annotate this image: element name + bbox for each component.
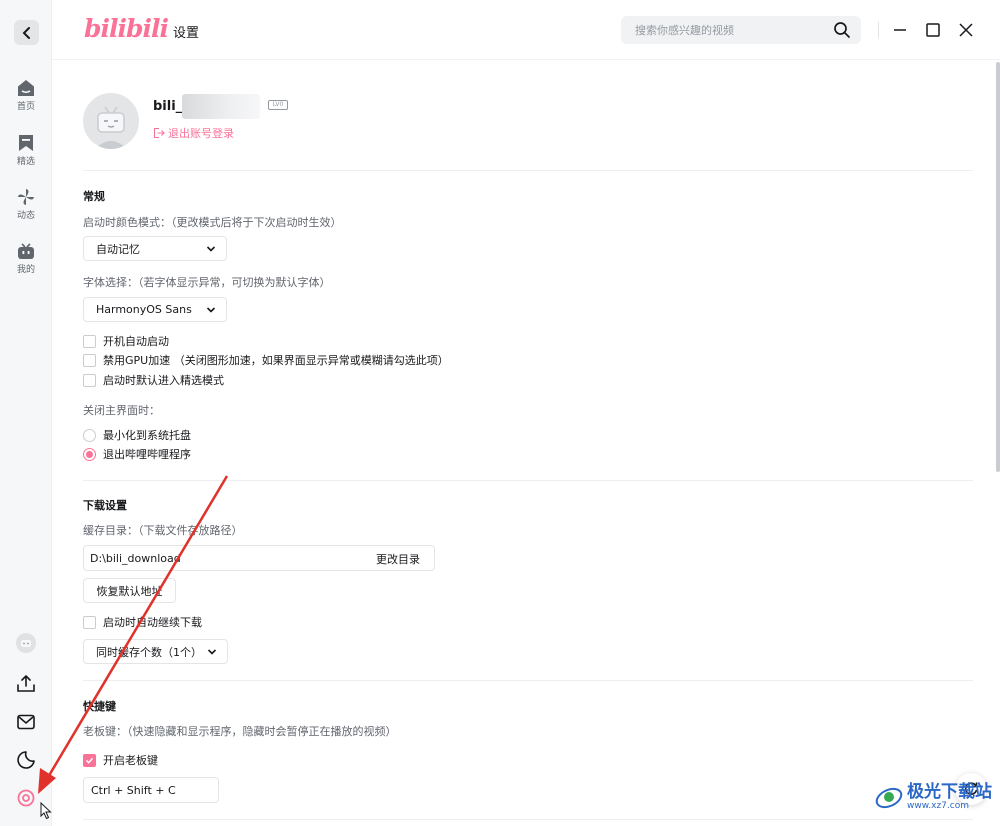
search-icon[interactable] xyxy=(833,21,851,39)
bilibili-logo[interactable]: bilibili xyxy=(84,14,169,43)
watermark-subtitle: www.xz7.com xyxy=(907,801,969,811)
restore-default-button[interactable]: 恢复默认地址 xyxy=(83,578,176,603)
chevron-down-icon xyxy=(206,307,216,313)
featured-mode-checkbox[interactable]: 启动时默认进入精选模式 xyxy=(83,372,224,388)
theme-moon-icon[interactable] xyxy=(16,750,36,770)
checkbox-label: 开机自动启动 xyxy=(103,335,169,348)
left-sidebar: 首页 精选 动态 我的 xyxy=(0,0,52,826)
bookmark-icon xyxy=(19,135,33,151)
sidebar-item-dynamics[interactable]: 动态 xyxy=(0,188,52,221)
sidebar-item-home[interactable]: 首页 xyxy=(0,79,52,112)
cache-dir-hint: 缓存目录：（下载文件存放路径） xyxy=(83,524,243,537)
cache-path-value: D:\bili_download xyxy=(90,552,181,565)
divider xyxy=(83,680,973,681)
disable-gpu-checkbox[interactable]: 禁用GPU加速 （关闭图形加速，如果界面显示异常或模糊请勾选此项） xyxy=(83,352,449,368)
chevron-down-icon xyxy=(206,246,216,252)
checkbox[interactable] xyxy=(83,353,96,367)
logout-link[interactable]: 退出账号登录 xyxy=(153,125,234,141)
search-input[interactable] xyxy=(621,16,861,44)
logout-label: 退出账号登录 xyxy=(168,127,234,140)
watermark-title: 极光下载站 xyxy=(907,782,992,802)
color-mode-hint: 启动时颜色模式：（更改模式后将于下次启动时生效） xyxy=(83,216,342,229)
title-bar: bilibili 设置 xyxy=(52,0,1000,60)
avatar[interactable] xyxy=(83,93,139,149)
watermark-logo-icon xyxy=(875,787,903,809)
boss-key-value: Ctrl + Shift + C xyxy=(91,783,176,797)
divider xyxy=(83,480,973,481)
radio-label: 退出哔哩哔哩程序 xyxy=(103,448,191,461)
logout-icon xyxy=(153,127,165,139)
checkbox-label: 启动时默认进入精选模式 xyxy=(103,374,224,387)
minimize-icon[interactable] xyxy=(890,20,910,40)
upload-icon[interactable] xyxy=(16,674,36,694)
site-watermark: 极光下载站 www.xz7.com xyxy=(874,782,992,812)
sidebar-item-featured[interactable]: 精选 xyxy=(0,134,52,167)
radio-button[interactable] xyxy=(83,428,96,442)
font-value: HarmonyOS Sans xyxy=(96,303,192,316)
boss-key-input[interactable]: Ctrl + Shift + C xyxy=(83,777,219,803)
pinwheel-icon xyxy=(18,189,34,205)
divider xyxy=(83,819,973,820)
section-title-download: 下载设置 xyxy=(83,499,127,512)
sidebar-item-label: 精选 xyxy=(16,157,35,167)
back-button[interactable] xyxy=(14,20,39,45)
check-icon xyxy=(85,757,94,764)
radio-minimize-tray[interactable]: 最小化到系统托盘 xyxy=(83,427,191,443)
mail-icon[interactable] xyxy=(16,712,36,732)
tv-icon xyxy=(18,243,34,259)
sidebar-item-label: 动态 xyxy=(16,211,35,221)
page-title: 设置 xyxy=(173,26,200,41)
close-behavior-hint: 关闭主界面时： xyxy=(83,404,160,417)
home-icon xyxy=(18,80,34,96)
sidebar-item-mine[interactable]: 我的 xyxy=(0,243,52,275)
sidebar-item-label: 我的 xyxy=(16,265,35,275)
sidebar-item-label: 首页 xyxy=(16,102,35,112)
radio-button-selected[interactable] xyxy=(83,447,96,461)
checkbox-label: 禁用GPU加速 （关闭图形加速，如果界面显示异常或模糊请勾选此项） xyxy=(103,354,449,367)
boss-key-checkbox[interactable]: 开启老板键 xyxy=(83,752,158,768)
radio-exit-program[interactable]: 退出哔哩哔哩程序 xyxy=(83,446,191,462)
color-mode-select[interactable]: 自动记忆 xyxy=(83,236,227,261)
chevron-down-icon xyxy=(207,649,217,655)
checkbox-label: 启动时自动继续下载 xyxy=(103,616,202,629)
section-title-general: 常规 xyxy=(83,190,105,203)
checkbox-checked[interactable] xyxy=(83,753,96,767)
default-avatar-icon xyxy=(95,106,127,149)
checkbox[interactable] xyxy=(83,615,96,629)
user-avatar-icon[interactable] xyxy=(16,633,36,653)
level-badge: LV0 xyxy=(268,100,288,110)
font-hint: 字体选择：（若字体显示异常，可切换为默认字体） xyxy=(83,276,331,289)
maximize-icon[interactable] xyxy=(923,20,943,40)
username-redaction xyxy=(182,94,260,119)
color-mode-value: 自动记忆 xyxy=(96,242,140,256)
change-dir-button[interactable]: 更改目录 xyxy=(376,551,420,567)
separator xyxy=(878,22,879,38)
section-title-shortcuts: 快捷键 xyxy=(83,700,116,713)
checkbox[interactable] xyxy=(83,373,96,387)
auto-start-checkbox[interactable]: 开机自动启动 xyxy=(83,333,169,349)
auto-resume-checkbox[interactable]: 启动时自动继续下载 xyxy=(83,614,202,630)
boss-key-hint: 老板键：（快速隐藏和显示程序，隐藏时会暂停正在播放的视频） xyxy=(83,725,397,738)
divider xyxy=(83,170,973,171)
chevron-left-icon xyxy=(22,26,30,39)
concurrent-downloads-value: 同时缓存个数（1个） xyxy=(96,645,202,659)
radio-label: 最小化到系统托盘 xyxy=(103,429,191,442)
settings-icon[interactable] xyxy=(16,788,36,808)
mouse-cursor-icon xyxy=(40,802,52,820)
restore-default-label: 恢复默认地址 xyxy=(96,584,163,598)
font-select[interactable]: HarmonyOS Sans xyxy=(83,297,227,322)
checkbox-label: 开启老板键 xyxy=(103,754,158,767)
concurrent-downloads-select[interactable]: 同时缓存个数（1个） xyxy=(83,639,228,664)
close-icon[interactable] xyxy=(956,20,976,40)
checkbox[interactable] xyxy=(83,334,96,348)
settings-content: bili_3 LV0 退出账号登录 常规 启动时颜色模式：（更改模式后将于下次启… xyxy=(52,61,1000,826)
